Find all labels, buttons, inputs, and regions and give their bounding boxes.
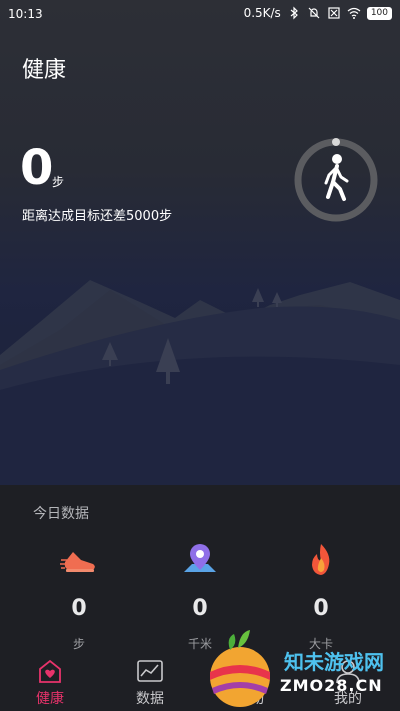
walking-person-icon [324, 154, 349, 201]
site-watermark: 知未游戏网 ZMO28.CN [200, 622, 400, 711]
walk-progress-ring[interactable] [293, 137, 379, 223]
mountain-landscape [0, 280, 400, 485]
stat-steps-value: 0 [71, 596, 87, 621]
watermark-line2: ZMO28.CN [280, 676, 383, 695]
nav-label-data: 数据 [136, 691, 164, 707]
stat-calories-value: 0 [313, 596, 329, 621]
nav-item-health[interactable]: 健康 [20, 658, 80, 708]
stat-steps: 0 步 [39, 540, 119, 652]
wifi-icon [347, 7, 361, 19]
watermark-line1: 知未游戏网 [284, 650, 384, 674]
status-icons: 0.5K/s 100 [244, 6, 392, 20]
today-data-title: 今日数据 [33, 506, 89, 522]
step-count: 0 [20, 140, 54, 196]
goal-remaining-text: 距离达成目标还差5000步 [22, 209, 173, 224]
hero-section: 10:13 0.5K/s 100 健康 0 步 距离达成目标还差5000步 [0, 0, 400, 485]
apple-logo-icon [210, 630, 270, 707]
status-bar: 10:13 0.5K/s 100 [0, 0, 400, 28]
running-shoe-icon [60, 552, 95, 572]
flame-icon [312, 544, 330, 575]
battery-indicator: 100 [366, 6, 392, 20]
page-title: 健康 [22, 58, 67, 83]
chart-icon [137, 660, 163, 682]
mute-icon [308, 7, 320, 19]
step-unit: 步 [52, 175, 65, 189]
heart-home-icon [39, 659, 61, 683]
location-pin-icon [184, 544, 216, 572]
stat-distance-value: 0 [192, 596, 208, 621]
nav-item-data[interactable]: 数据 [120, 658, 180, 708]
status-time: 10:13 [8, 7, 43, 21]
no-sim-icon [328, 7, 340, 19]
bluetooth-icon [290, 6, 298, 20]
network-speed: 0.5K/s [243, 6, 281, 20]
nav-label-health: 健康 [36, 691, 64, 707]
